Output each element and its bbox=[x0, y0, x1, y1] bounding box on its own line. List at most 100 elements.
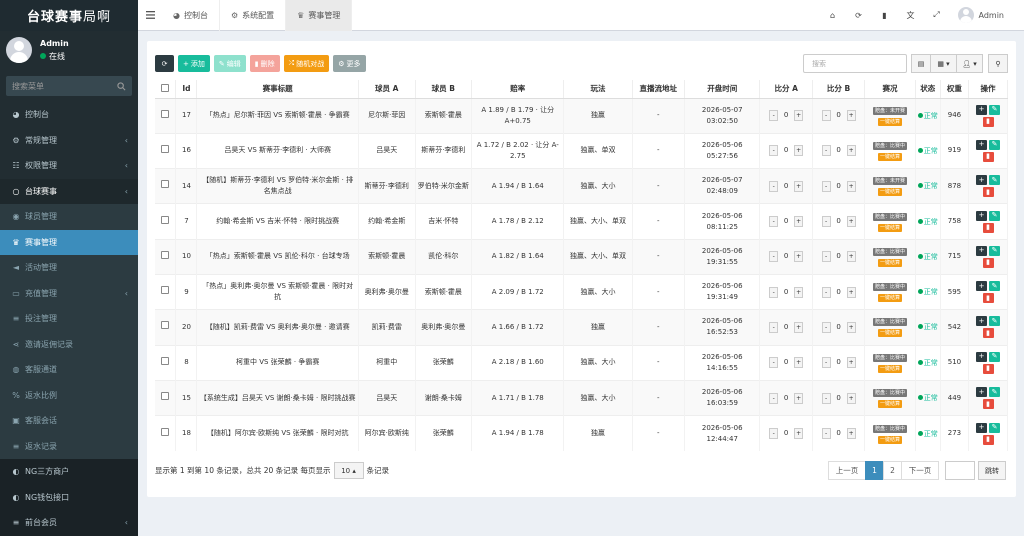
add-icon[interactable]: + bbox=[976, 281, 988, 292]
random-match-button[interactable]: ⤮ 随机对战 bbox=[283, 55, 330, 72]
hamburger-menu-icon[interactable] bbox=[138, 0, 162, 31]
refresh-icon[interactable]: ⟳ bbox=[846, 0, 872, 31]
add-icon[interactable]: + bbox=[976, 351, 988, 362]
plus-button[interactable]: + bbox=[846, 180, 856, 192]
sidebar-item-11[interactable]: % 返水比例 bbox=[0, 382, 138, 408]
plus-button[interactable]: + bbox=[794, 180, 804, 192]
trash-icon[interactable]: ▮ bbox=[982, 434, 994, 445]
add-icon[interactable]: + bbox=[976, 245, 988, 256]
plus-button[interactable]: + bbox=[794, 216, 804, 228]
plus-button[interactable]: + bbox=[794, 392, 804, 404]
minus-button[interactable]: - bbox=[821, 428, 831, 440]
trash-icon[interactable]: ▮ bbox=[982, 257, 994, 268]
add-icon[interactable]: + bbox=[976, 316, 988, 327]
sidebar-item-9[interactable]: ⋖ 邀请返佣记录 bbox=[0, 331, 138, 357]
minus-button[interactable]: - bbox=[821, 216, 831, 228]
select-all-checkbox[interactable] bbox=[155, 80, 177, 99]
sidebar-item-14[interactable]: ◐ NG三方商户 bbox=[0, 459, 138, 485]
plus-button[interactable]: + bbox=[794, 145, 804, 157]
plus-button[interactable]: + bbox=[846, 286, 856, 298]
minus-button[interactable]: - bbox=[769, 145, 779, 157]
row-checkbox-cell[interactable] bbox=[155, 344, 177, 381]
checkbox-icon[interactable] bbox=[161, 356, 170, 365]
checkbox-icon[interactable] bbox=[161, 250, 170, 259]
sidebar-item-2[interactable]: ☷ 权限管理 ‹ bbox=[0, 153, 138, 179]
plus-button[interactable]: + bbox=[846, 321, 856, 333]
pencil-icon[interactable]: ✎ bbox=[989, 387, 1001, 398]
minus-button[interactable]: - bbox=[769, 286, 779, 298]
settle-button[interactable]: 一键结算 bbox=[877, 329, 902, 338]
minus-button[interactable]: - bbox=[821, 357, 831, 369]
settle-button[interactable]: 一键结算 bbox=[877, 435, 902, 444]
settle-button[interactable]: 一键结算 bbox=[877, 223, 902, 232]
minus-button[interactable]: - bbox=[769, 357, 779, 369]
settle-button[interactable]: 一键结算 bbox=[877, 364, 902, 373]
sidebar-item-12[interactable]: ▣ 客服会话 bbox=[0, 408, 138, 434]
sidebar-item-5[interactable]: ♛ 赛事管理 bbox=[0, 229, 138, 255]
plus-button[interactable]: + bbox=[846, 110, 856, 122]
plus-button[interactable]: + bbox=[794, 357, 804, 369]
trash-icon[interactable]: ▮ bbox=[982, 151, 994, 162]
sidebar-item-1[interactable]: ⚙ 常规管理 ‹ bbox=[0, 128, 138, 154]
plus-button[interactable]: + bbox=[794, 286, 804, 298]
minus-button[interactable]: - bbox=[821, 251, 831, 263]
checkbox-icon[interactable] bbox=[161, 392, 170, 401]
checkbox-icon[interactable] bbox=[161, 180, 170, 189]
columns-button[interactable]: ▦ ▾ bbox=[931, 54, 957, 73]
sidebar-item-10[interactable]: ◍ 客服通道 bbox=[0, 357, 138, 383]
pencil-icon[interactable]: ✎ bbox=[989, 175, 1001, 186]
add-icon[interactable]: + bbox=[976, 104, 988, 115]
minus-button[interactable]: - bbox=[821, 180, 831, 192]
minus-button[interactable]: - bbox=[821, 321, 831, 333]
sidebar-item-0[interactable]: ◕ 控制台 bbox=[0, 102, 138, 128]
prev-page-button[interactable]: 上一页 bbox=[828, 461, 866, 480]
sidebar-item-13[interactable]: ≡ 返水记录 bbox=[0, 433, 138, 459]
jump-button[interactable]: 跳转 bbox=[978, 461, 1006, 480]
minus-button[interactable]: - bbox=[769, 321, 779, 333]
pencil-icon[interactable]: ✎ bbox=[989, 245, 1001, 256]
settle-button[interactable]: 一键结算 bbox=[877, 117, 902, 126]
minus-button[interactable]: - bbox=[769, 251, 779, 263]
pencil-icon[interactable]: ✎ bbox=[989, 316, 1001, 327]
sidebar-item-3[interactable]: ○ 台球赛事 ‹ bbox=[0, 178, 138, 204]
sidebar-search-input[interactable]: 搜索菜单 bbox=[6, 76, 132, 96]
trash-icon[interactable]: ▮ bbox=[982, 222, 994, 233]
more-button[interactable]: ⚙ 更多 bbox=[333, 55, 366, 72]
pencil-icon[interactable]: ✎ bbox=[989, 210, 1001, 221]
plus-button[interactable]: + bbox=[846, 428, 856, 440]
col-id[interactable]: Id bbox=[175, 80, 198, 99]
trash-icon[interactable]: ▮ bbox=[872, 0, 898, 31]
minus-button[interactable]: - bbox=[821, 145, 831, 157]
page-1-button[interactable]: 1 bbox=[865, 461, 884, 480]
settle-button[interactable]: 一键结算 bbox=[877, 400, 902, 409]
plus-button[interactable]: + bbox=[846, 216, 856, 228]
checkbox-icon[interactable] bbox=[161, 286, 170, 295]
minus-button[interactable]: - bbox=[821, 110, 831, 122]
trash-icon[interactable]: ▮ bbox=[982, 187, 994, 198]
next-page-button[interactable]: 下一页 bbox=[901, 461, 939, 480]
checkbox-icon[interactable] bbox=[161, 109, 170, 118]
tab-0[interactable]: ◕ 控制台 bbox=[162, 0, 220, 31]
trash-icon[interactable]: ▮ bbox=[982, 328, 994, 339]
sidebar-item-16[interactable]: ≡ 前台会员 ‹ bbox=[0, 510, 138, 536]
trash-icon[interactable]: ▮ bbox=[982, 399, 994, 410]
minus-button[interactable]: - bbox=[769, 392, 779, 404]
checkbox-icon[interactable] bbox=[161, 427, 170, 436]
pencil-icon[interactable]: ✎ bbox=[989, 104, 1001, 115]
plus-button[interactable]: + bbox=[846, 251, 856, 263]
checkbox-icon[interactable] bbox=[161, 215, 170, 224]
jump-page-input[interactable] bbox=[945, 461, 975, 480]
col-weight[interactable]: 权重 bbox=[940, 80, 970, 99]
add-icon[interactable]: + bbox=[976, 139, 988, 150]
add-icon[interactable]: + bbox=[976, 387, 988, 398]
add-icon[interactable]: + bbox=[976, 175, 988, 186]
minus-button[interactable]: - bbox=[821, 286, 831, 298]
trash-icon[interactable]: ▮ bbox=[982, 116, 994, 127]
translate-icon[interactable]: 文 bbox=[898, 0, 924, 31]
sidebar-item-7[interactable]: ▭ 充值管理 ‹ bbox=[0, 280, 138, 306]
minus-button[interactable]: - bbox=[769, 180, 779, 192]
minus-button[interactable]: - bbox=[769, 428, 779, 440]
add-icon[interactable]: + bbox=[976, 422, 988, 433]
pencil-icon[interactable]: ✎ bbox=[989, 351, 1001, 362]
settle-button[interactable]: 一键结算 bbox=[877, 258, 902, 267]
